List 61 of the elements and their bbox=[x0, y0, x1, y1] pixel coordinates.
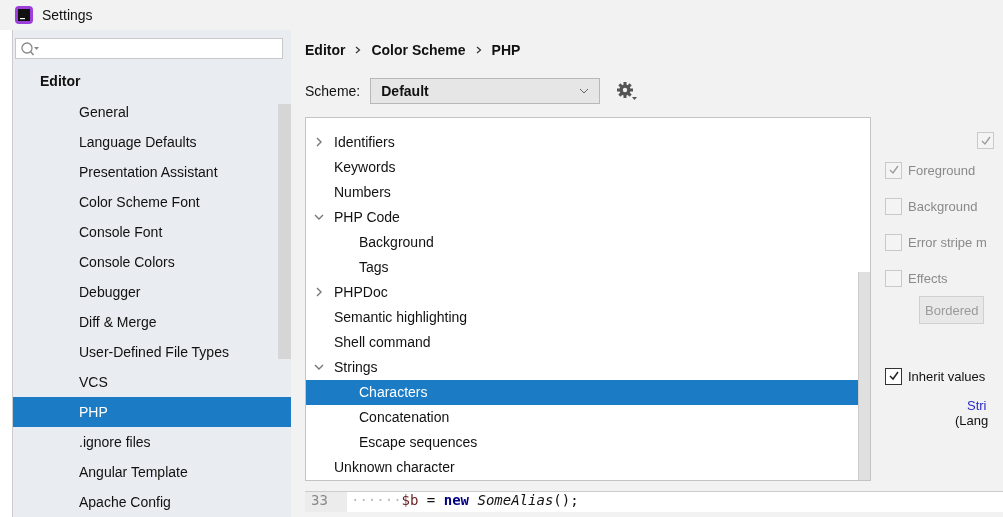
chevron-icon bbox=[475, 46, 482, 54]
check-icon bbox=[979, 134, 992, 147]
app-logo-icon bbox=[14, 5, 34, 25]
breadcrumb-item[interactable]: PHP bbox=[491, 42, 521, 58]
expanded-chevron-icon[interactable] bbox=[314, 362, 324, 372]
inherit-link[interactable]: Stri bbox=[885, 398, 1003, 413]
breadcrumb-item[interactable]: Color Scheme bbox=[371, 42, 466, 58]
tree-item[interactable]: Escape sequences bbox=[306, 430, 858, 455]
expanded-chevron-icon[interactable] bbox=[314, 212, 324, 222]
checkbox-label: Inherit values bbox=[908, 368, 986, 384]
tree-item[interactable]: Numbers bbox=[306, 180, 858, 205]
caret-icon bbox=[579, 88, 590, 94]
tree-item[interactable]: Background bbox=[306, 230, 858, 255]
inherit-note: (Lang bbox=[954, 413, 990, 428]
tree-item[interactable]: Tags bbox=[306, 255, 858, 280]
checkbox-label: Background bbox=[908, 198, 978, 214]
search-icon bbox=[20, 40, 40, 57]
collapsed-chevron-icon[interactable] bbox=[314, 137, 324, 147]
sidebar-item[interactable]: Debugger bbox=[13, 277, 277, 307]
collapsed-chevron-icon[interactable] bbox=[314, 287, 324, 297]
sidebar-item[interactable]: VCS bbox=[13, 367, 277, 397]
tree-item[interactable]: Identifiers bbox=[306, 130, 858, 155]
gear-icon[interactable] bbox=[616, 81, 639, 101]
sidebar-item[interactable]: .ignore files bbox=[13, 427, 277, 457]
scheme-dropdown[interactable]: Default bbox=[370, 78, 601, 104]
checkbox-label: Foreground bbox=[908, 162, 976, 178]
scrollbar[interactable] bbox=[858, 272, 870, 480]
sidebar-item[interactable]: Language Defaults bbox=[13, 127, 277, 157]
sidebar-item[interactable]: User-Defined File Types bbox=[13, 337, 277, 367]
check-icon bbox=[887, 164, 900, 176]
sidebar-item[interactable]: Console Font bbox=[13, 217, 277, 247]
tree-item[interactable]: Unknown character bbox=[306, 455, 858, 480]
window-title: Settings bbox=[42, 7, 93, 23]
check-icon bbox=[887, 370, 900, 382]
line-number: 33 bbox=[305, 492, 347, 512]
checkbox-label: Error stripe m bbox=[908, 234, 987, 250]
tree-item[interactable]: Characters bbox=[306, 380, 858, 405]
tree-item[interactable]: Strings bbox=[306, 355, 858, 380]
sidebar-item[interactable]: Color Scheme Font bbox=[13, 187, 277, 217]
sidebar-item[interactable]: Diff & Merge bbox=[13, 307, 277, 337]
chevron-icon bbox=[355, 46, 362, 54]
tree-item[interactable]: PHP Code bbox=[306, 205, 858, 230]
scheme-label: Scheme: bbox=[305, 83, 361, 99]
tree-item[interactable]: Shell command bbox=[306, 330, 858, 355]
code-line: ······$b = new SomeAlias(); bbox=[350, 492, 579, 510]
sidebar-item[interactable]: Apache Config bbox=[13, 487, 277, 517]
tree-item[interactable]: Concatenation bbox=[306, 405, 858, 430]
tree-item[interactable]: Semantic highlighting bbox=[306, 305, 858, 330]
sidebar-item[interactable]: PHP bbox=[13, 397, 291, 427]
sidebar-item[interactable]: Presentation Assistant bbox=[13, 157, 277, 187]
tree-item[interactable]: Keywords bbox=[306, 155, 858, 180]
section-heading: Editor bbox=[39, 72, 82, 89]
tree-item[interactable]: PHPDoc bbox=[306, 280, 858, 305]
scrollbar[interactable] bbox=[278, 104, 291, 359]
breadcrumb-item[interactable]: Editor bbox=[305, 42, 346, 58]
sidebar-item[interactable]: Console Colors bbox=[13, 247, 277, 277]
sidebar-item[interactable]: General bbox=[13, 97, 277, 127]
checkbox[interactable] bbox=[885, 367, 902, 385]
search-field[interactable] bbox=[15, 38, 283, 59]
checkbox-label: Effects bbox=[908, 270, 948, 286]
sidebar-item[interactable]: Angular Template bbox=[13, 457, 277, 487]
